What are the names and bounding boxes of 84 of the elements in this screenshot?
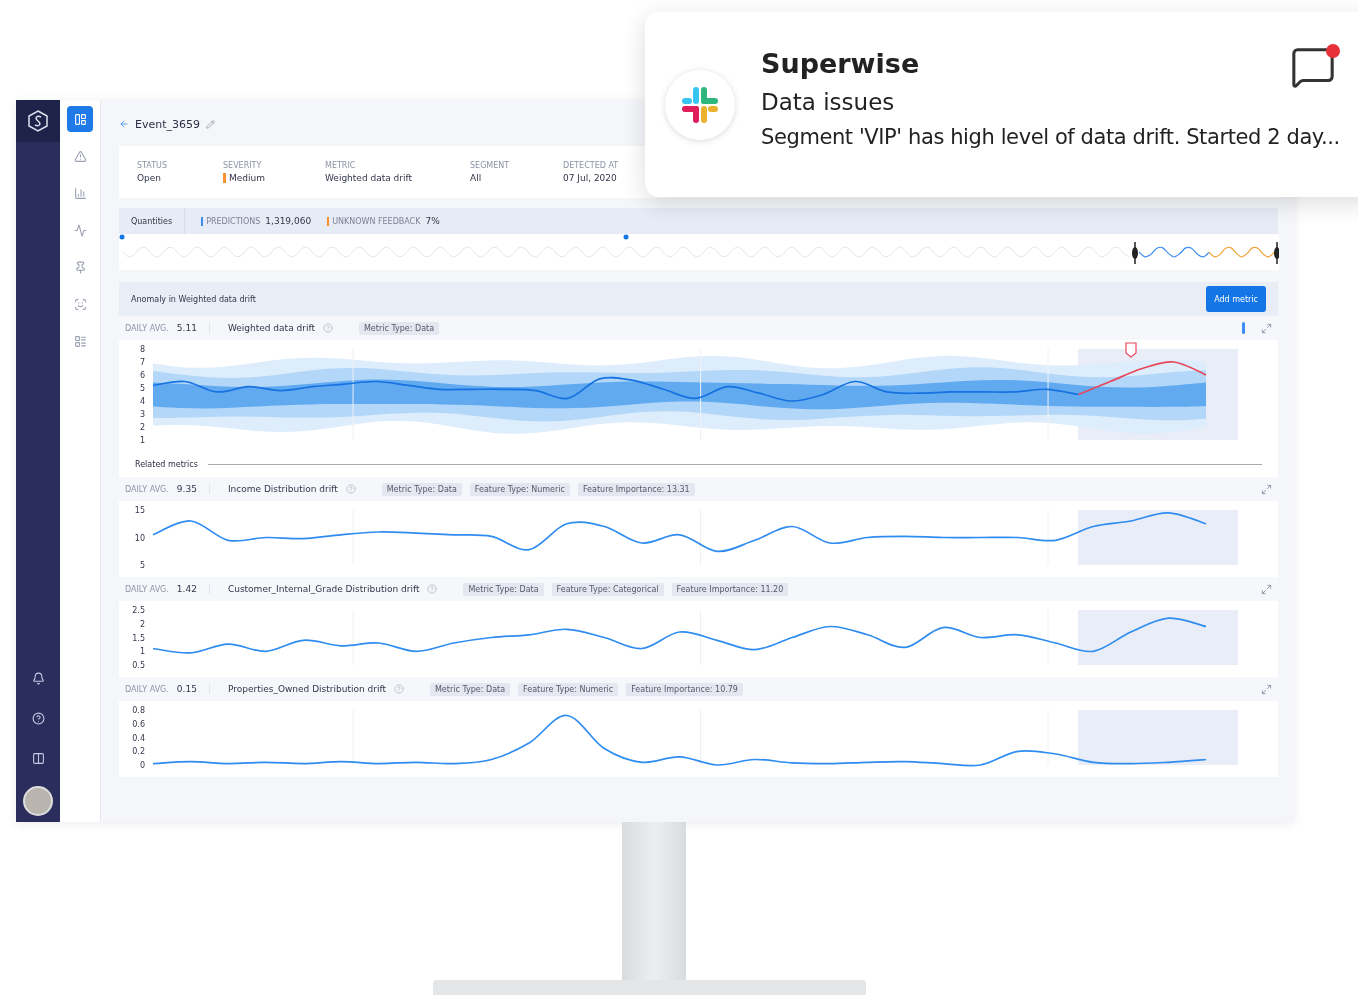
axis-label: 1.5 xyxy=(132,633,145,643)
app-name: Superwise xyxy=(761,48,920,79)
axis-label: 5 xyxy=(139,384,145,393)
tag: Feature Type: Numeric xyxy=(469,482,570,496)
expand-icon[interactable] xyxy=(1261,683,1272,695)
axis-label: 8 xyxy=(139,345,145,354)
field-value: Open xyxy=(137,173,163,183)
tag: Feature Importance: 10.79 xyxy=(626,682,743,696)
field-value: Weighted data drift xyxy=(325,173,414,183)
notification-title: Data issues xyxy=(761,89,895,115)
axis-label: 5 xyxy=(139,561,145,570)
axis-label: 1 xyxy=(139,647,145,657)
daily-average-value: 5.11 xyxy=(176,323,210,333)
daily-average-value: 0.15 xyxy=(176,684,210,694)
expand-icon[interactable] xyxy=(1261,483,1272,495)
metric-name: Properties_Owned Distribution drift xyxy=(227,684,386,694)
marker-icon xyxy=(1242,322,1245,334)
daily-average-label: DAILY AVG. xyxy=(125,484,169,494)
daily-average-value: 9.35 xyxy=(176,484,210,494)
panel-icon xyxy=(73,112,87,126)
expand-icon[interactable] xyxy=(1261,583,1272,595)
axis-label: 0.4 xyxy=(132,733,145,743)
axis-label: 0.5 xyxy=(132,661,145,670)
stat-value: 7% xyxy=(425,216,440,226)
tag: Metric Type: Data xyxy=(463,582,544,596)
field-value: Medium xyxy=(223,173,325,183)
focus-icon xyxy=(73,297,87,311)
expand-icon[interactable] xyxy=(1261,322,1272,334)
warning-icon xyxy=(73,149,87,163)
stat-value: 1,319,060 xyxy=(265,216,312,226)
edit-icon[interactable] xyxy=(206,119,215,129)
axis-label: 6 xyxy=(139,371,145,380)
tag: Feature Type: Categorical xyxy=(551,582,664,596)
panel-title: Anomaly in Weighted data drift xyxy=(131,294,256,304)
field-value: 07 Jul, 2020 xyxy=(563,173,618,183)
axis-label: 4 xyxy=(139,397,145,406)
axis-label: 3 xyxy=(139,410,145,419)
list-icon xyxy=(73,334,87,348)
nav-button[interactable] xyxy=(67,106,93,132)
field-label: SEVERITY xyxy=(223,161,263,170)
logo-icon xyxy=(27,110,49,132)
notification-message: Segment 'VIP' has high level of data drift. Started 2 day... xyxy=(761,125,1340,149)
tag: Metric Type: Data xyxy=(429,682,511,696)
section-title: Related metrics xyxy=(135,460,198,469)
field-label: DETECTED AT xyxy=(563,161,620,170)
axis-label: 0.6 xyxy=(132,719,145,729)
axis-label: 0 xyxy=(139,761,145,770)
axis-label: 2 xyxy=(139,619,145,629)
metric-name: Income Distribution drift xyxy=(227,484,338,494)
user-avatar[interactable] xyxy=(23,786,53,816)
tag: Feature Importance: 11.20 xyxy=(671,582,789,596)
pin-icon xyxy=(73,260,87,274)
stat-label: PREDICTIONS xyxy=(201,216,261,226)
field-label: SEGMENT xyxy=(470,161,511,170)
columns-icon[interactable] xyxy=(31,751,45,765)
axis-label: 10 xyxy=(134,533,145,543)
axis-label: 15 xyxy=(134,506,145,515)
tag: Feature Importance: 13.31 xyxy=(577,482,695,496)
back-icon[interactable] xyxy=(119,119,129,129)
axis-label: 2.5 xyxy=(132,606,145,615)
axis-label: 0.2 xyxy=(132,747,145,757)
metric-name: Weighted data drift xyxy=(227,323,315,333)
event-title: Event_3659 xyxy=(135,117,200,131)
bar-chart-icon xyxy=(73,186,87,200)
daily-average-value: 1.42 xyxy=(176,584,210,594)
daily-average-label: DAILY AVG. xyxy=(125,684,169,694)
axis-label: 0.8 xyxy=(132,706,145,715)
field-value: All xyxy=(470,173,483,183)
tag: Feature Type: Numeric xyxy=(518,682,619,696)
axis-label: 1 xyxy=(139,436,145,445)
daily-average-label: DAILY AVG. xyxy=(125,323,169,333)
axis-label: 2 xyxy=(139,423,145,432)
axis-label: 7 xyxy=(139,358,145,367)
stat-label: UNKNOWN FEEDBACK xyxy=(327,216,421,226)
field-label: METRIC xyxy=(325,161,357,170)
bell-icon[interactable] xyxy=(31,671,45,685)
daily-average-label: DAILY AVG. xyxy=(125,584,169,594)
field-label: STATUS xyxy=(137,161,168,170)
add-metric-button[interactable]: Add metric xyxy=(1206,286,1266,312)
tag: Metric Type: Data xyxy=(381,482,462,496)
pulse-icon xyxy=(73,223,87,237)
help-icon[interactable] xyxy=(31,711,45,725)
tag: Metric Type: Data xyxy=(358,321,440,335)
metric-name: Customer_Internal_Grade Distribution drift xyxy=(227,584,420,594)
